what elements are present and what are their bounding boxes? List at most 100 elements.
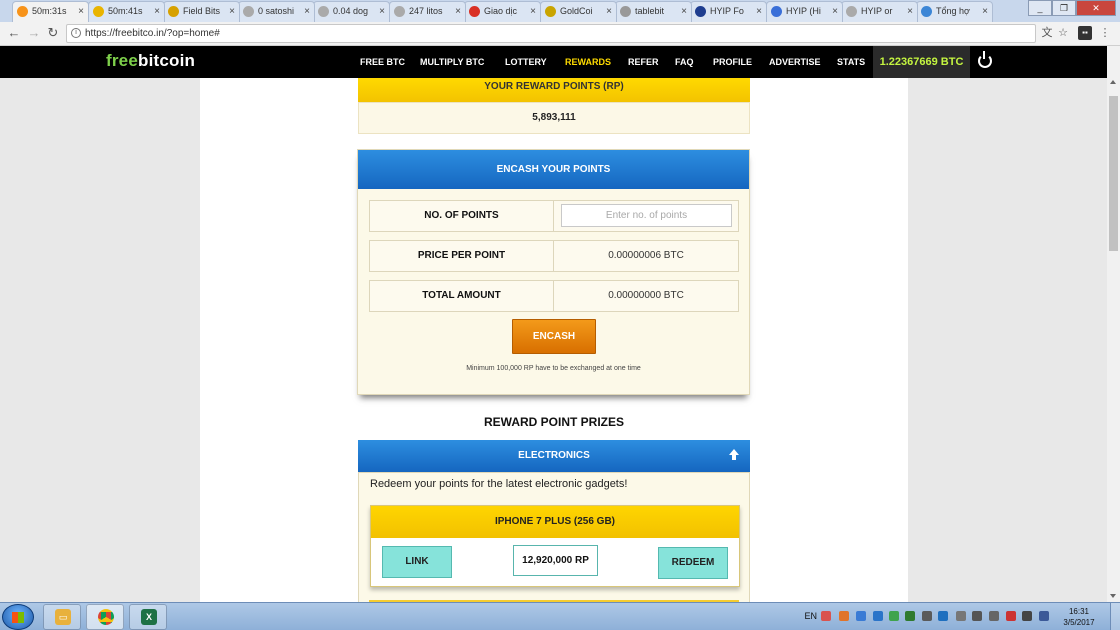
url-input[interactable]: i https://freebitco.in/?op=home# [66,24,1036,43]
nav-refer[interactable]: REFER [628,46,659,78]
page-icon [394,6,405,17]
page-scrollbar[interactable] [1107,46,1120,602]
total-amount-label: TOTAL AMOUNT [370,281,554,311]
nav-free-btc[interactable]: FREE BTC [360,46,405,78]
language-indicator[interactable]: EN [804,611,817,621]
browser-tab[interactable]: HYIP (Hi × [766,1,843,22]
browser-tab[interactable]: HYIP Fo × [690,1,767,22]
tab-close-icon[interactable]: × [379,2,385,21]
nav-advertise[interactable]: ADVERTISE [769,46,821,78]
tab-close-icon[interactable]: × [681,2,687,21]
browser-tab-title: GoldCoi [560,6,593,16]
nav-faq[interactable]: FAQ [675,46,694,78]
encash-header: ENCASH YOUR POINTS [358,150,749,189]
tab-close-icon[interactable]: × [530,2,536,21]
browser-tab[interactable]: HYIP or × [841,1,918,22]
nav-rewards[interactable]: REWARDS [565,46,611,78]
translate-icon[interactable]: 文 [1040,26,1054,40]
nav-multiply-btc[interactable]: MULTIPLY BTC [420,46,484,78]
tray-alert-icon[interactable] [1006,611,1016,621]
prizes-title: REWARD POINT PRIZES [483,415,624,429]
tab-close-icon[interactable]: × [304,2,310,21]
tray-arrows-icon[interactable] [989,611,999,621]
browser-tab[interactable]: 247 litos × [389,1,466,22]
menu-icon[interactable]: ⋮ [1098,26,1112,40]
taskbar-clock[interactable]: 16:31 3/5/2017 [1060,606,1098,628]
encash-button[interactable]: ENCASH [512,319,596,354]
browser-tab[interactable]: Field Bits × [163,1,240,22]
nav-profile[interactable]: PROFILE [713,46,752,78]
prize-link-button[interactable]: LINK [382,546,452,578]
browser-tab-title: Field Bits [183,6,221,16]
back-icon[interactable]: ← [6,25,22,41]
tray-flag-icon[interactable] [956,611,966,621]
minimize-button[interactable]: _ [1028,0,1052,16]
tray-app-icon[interactable] [938,611,948,621]
tab-close-icon[interactable]: × [832,2,838,21]
tab-close-icon[interactable]: × [455,2,461,21]
total-amount-row: TOTAL AMOUNT 0.00000000 BTC [369,280,739,312]
taskbar-explorer[interactable]: ▭ [43,604,81,630]
browser-tab[interactable]: 0.04 dog × [313,1,390,22]
tray-network-icon[interactable] [873,611,883,621]
browser-tab[interactable]: tablebit × [615,1,692,22]
reward-points-header: YOUR REWARD POINTS (RP) [358,78,750,102]
scroll-up-icon[interactable] [1110,80,1116,84]
tray-monitor-icon[interactable] [922,611,932,621]
tab-close-icon[interactable]: × [756,2,762,21]
info-icon[interactable]: i [71,28,81,38]
tab-close-icon[interactable]: × [229,2,235,21]
page-icon [846,6,857,17]
scroll-thumb[interactable] [1109,96,1118,251]
gold-icon [545,6,556,17]
browser-tab-title: 247 litos [409,6,443,16]
show-desktop-button[interactable] [1110,603,1120,630]
tab-close-icon[interactable]: × [606,2,612,21]
tray-volume-icon[interactable] [972,611,982,621]
logout-power-icon[interactable] [978,51,992,68]
tray-blue-icon[interactable] [856,611,866,621]
site-navbar: freebitcoin FREE BTC MULTIPLY BTC LOTTER… [0,46,1120,78]
electronics-category-header[interactable]: ELECTRONICS [358,440,750,472]
tray-orange-icon[interactable] [839,611,849,621]
folder-icon: ▭ [55,609,71,625]
reload-icon[interactable]: ↻ [45,25,61,41]
tray-v-icon[interactable] [821,611,831,621]
no-of-points-input[interactable] [561,204,732,227]
browser-tab[interactable]: 50m:31s × [12,1,89,22]
encash-panel: ENCASH YOUR POINTS NO. OF POINTS PRICE P… [357,149,750,395]
taskbar-excel[interactable]: X [129,604,167,630]
redeem-button[interactable]: REDEEM [658,547,728,579]
scroll-down-icon[interactable] [1110,594,1116,598]
site-logo[interactable]: freebitcoin [106,51,195,71]
window-close-button[interactable]: ✕ [1076,0,1116,16]
tray-green-icon[interactable] [889,611,899,621]
browser-tab[interactable]: Giao dịc × [464,1,541,22]
tab-close-icon[interactable]: × [982,2,988,21]
clock-date: 3/5/2017 [1063,618,1095,627]
tray-signal-icon[interactable] [1022,611,1032,621]
nav-lottery[interactable]: LOTTERY [505,46,547,78]
excel-icon: X [141,609,157,625]
taskbar-chrome[interactable] [86,604,124,630]
browser-tab[interactable]: 0 satoshi × [238,1,315,22]
tray-action-center-icon[interactable] [1039,611,1049,621]
restore-button[interactable]: ❐ [1052,0,1076,16]
tray-pen-icon[interactable] [905,611,915,621]
tab-close-icon[interactable]: × [78,2,84,21]
browser-tab-title: 50m:41s [108,6,143,16]
tab-close-icon[interactable]: × [907,2,913,21]
browser-tab[interactable]: GoldCoi × [540,1,617,22]
tab-close-icon[interactable]: × [154,2,160,21]
collapse-arrow-up-icon[interactable] [728,449,740,463]
page-content: YOUR REWARD POINTS (RP) 5,893,111 ENCASH… [200,78,908,602]
start-button-icon[interactable] [2,604,34,630]
electronics-category-label: ELECTRONICS [518,450,590,461]
nav-stats[interactable]: STATS [837,46,865,78]
prize-card: IPHONE 7 PLUS (256 GB) LINK 12,920,000 R… [370,505,740,587]
extension-icon[interactable]: ▪▪ [1078,26,1092,40]
forward-icon[interactable]: → [26,25,42,41]
bookmark-star-icon[interactable]: ☆ [1056,26,1070,40]
browser-tab[interactable]: Tổng hợ × [916,1,993,22]
browser-tab[interactable]: 50m:41s × [88,1,165,22]
